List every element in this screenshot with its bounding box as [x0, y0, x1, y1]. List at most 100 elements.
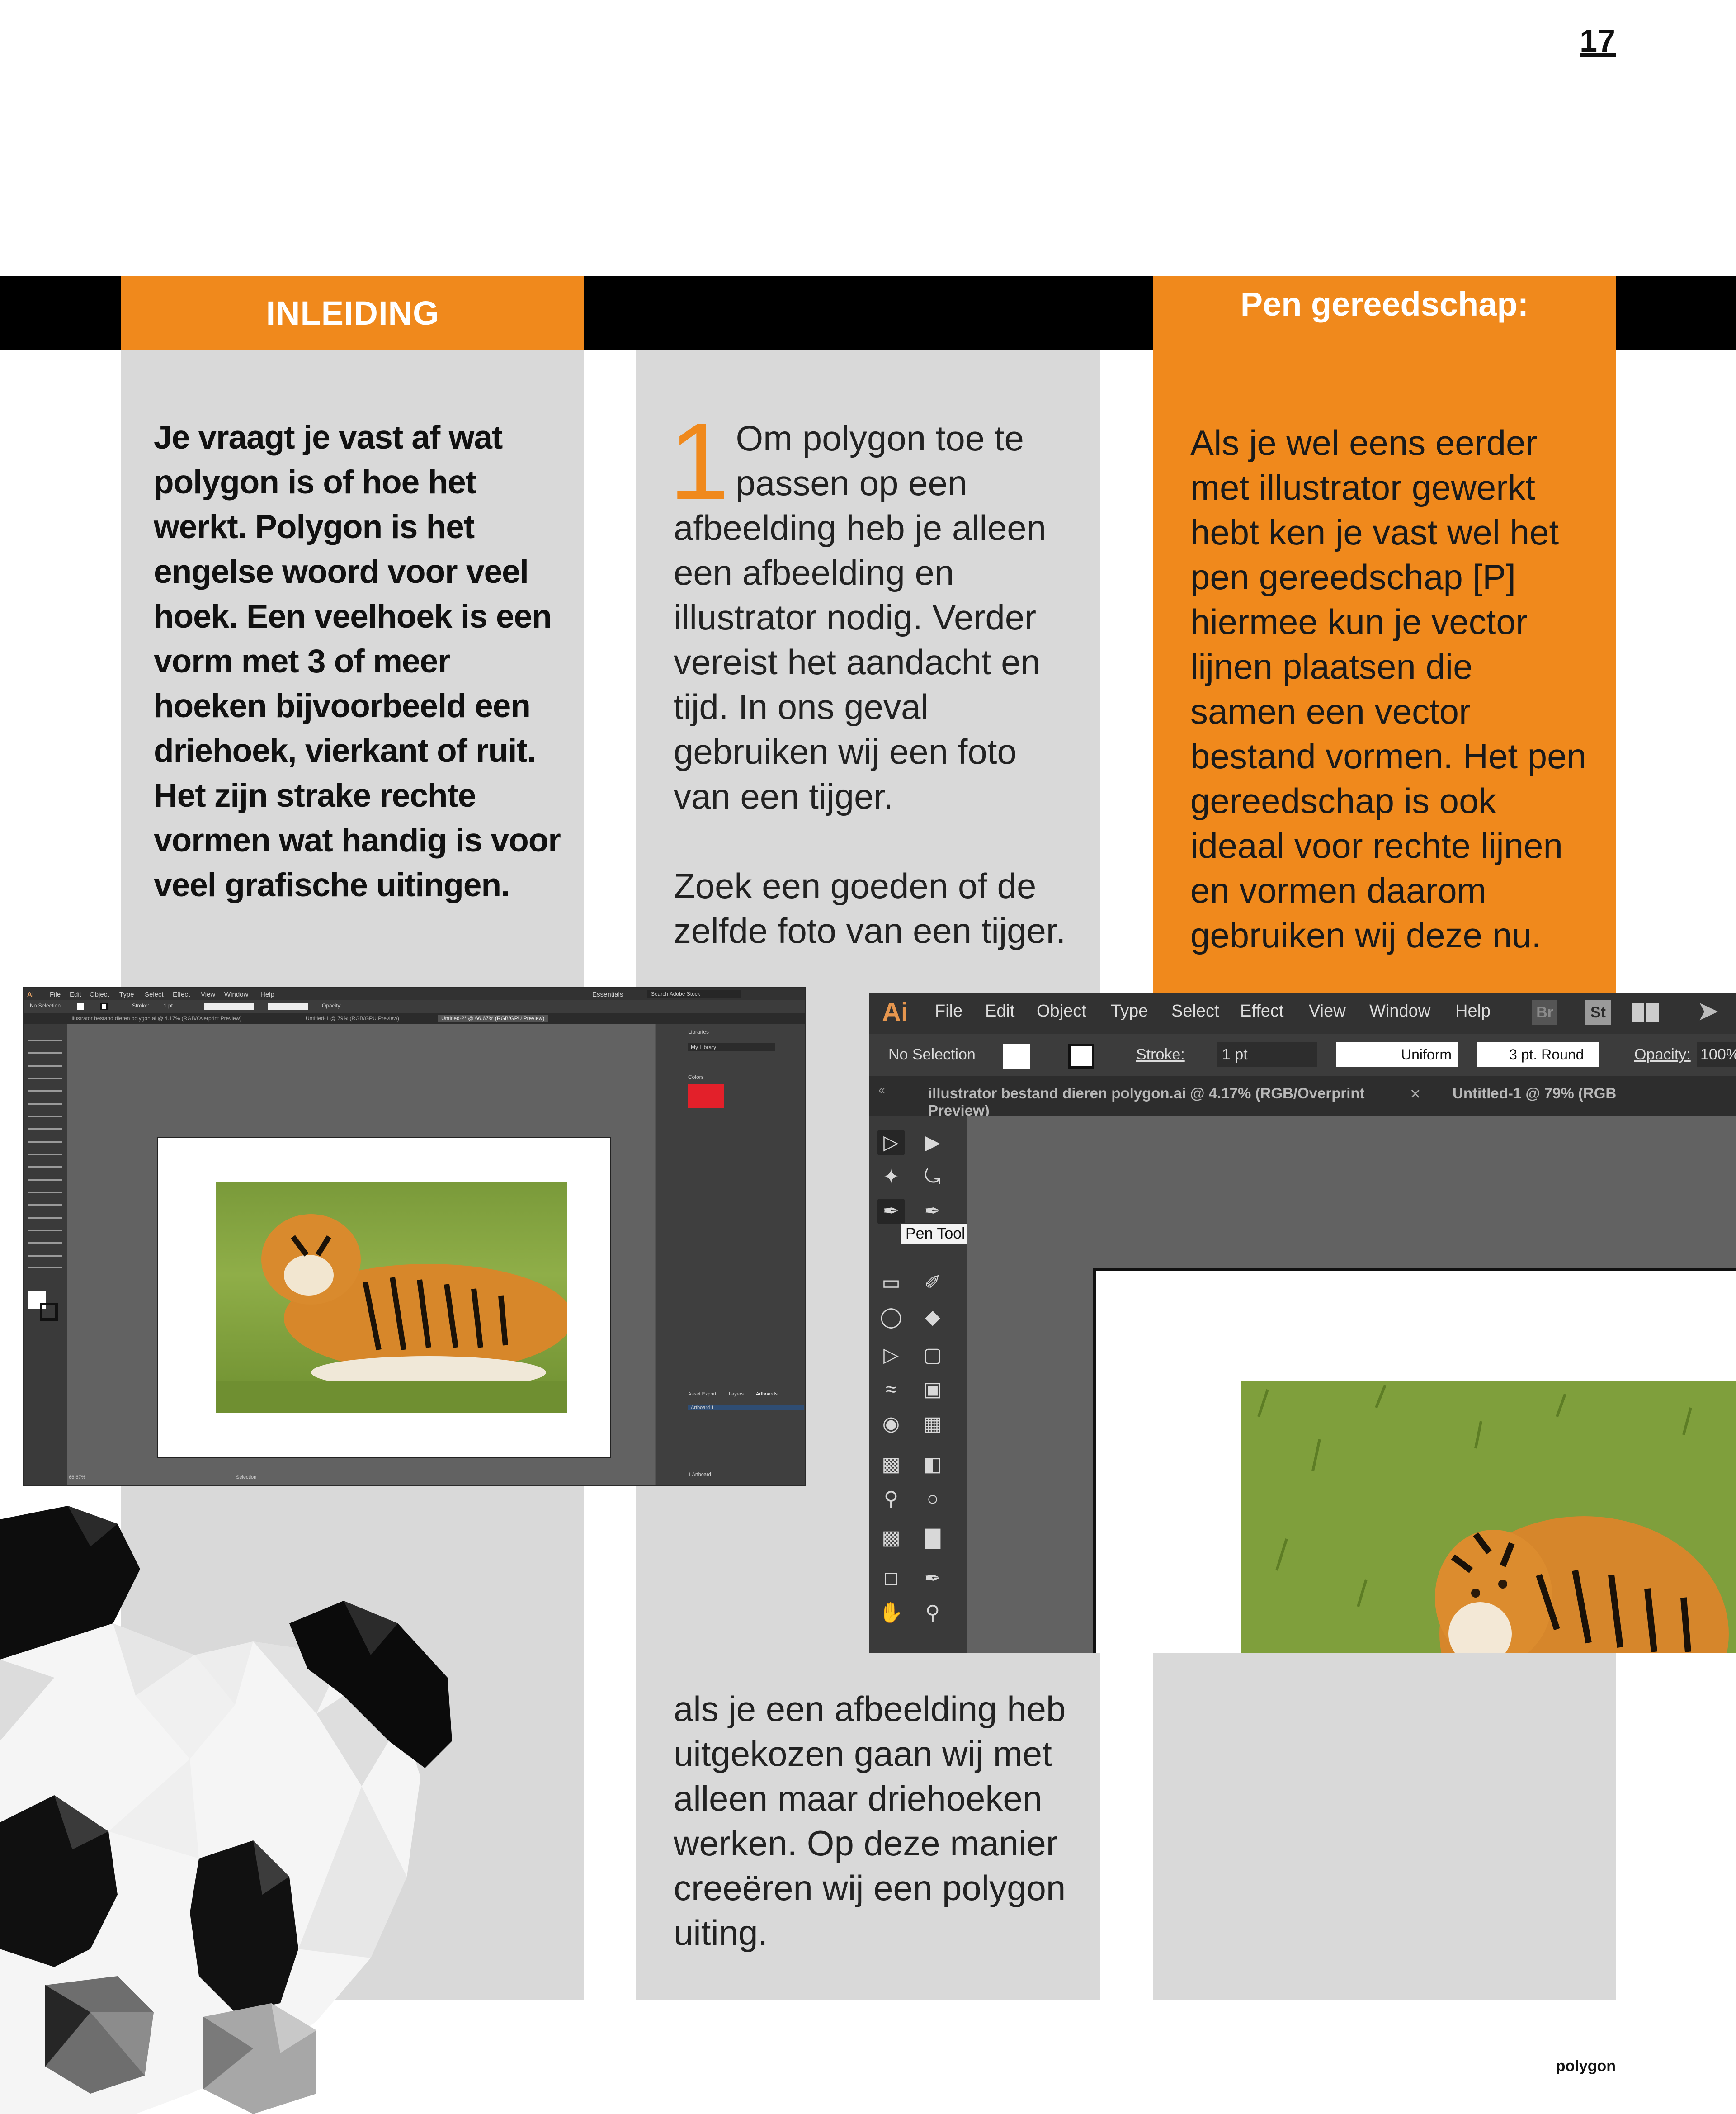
stroke-color-icon[interactable]	[40, 1303, 58, 1321]
bridge-icon[interactable]: Br	[1532, 1000, 1557, 1025]
menu-help[interactable]: Help	[260, 991, 274, 998]
step1-text-3: als je een afbeelding heb uitgekozen gaa…	[674, 1689, 1066, 1953]
reflect-tool-icon[interactable]: ▷	[877, 1343, 905, 1368]
variable-width-profile[interactable]	[204, 1003, 254, 1010]
menu-object-zoom[interactable]: Object	[1037, 1002, 1086, 1021]
curvature-tool-icon[interactable]: ✒	[919, 1199, 946, 1224]
pen-text: Als je wel eens eerder met illustrator g…	[1190, 423, 1586, 955]
ai-logo-zoom: Ai	[882, 998, 908, 1027]
tiger-photo-zoom	[1241, 1381, 1736, 1653]
library-select[interactable]: My Library	[688, 1043, 775, 1051]
intro-text: Je vraagt je vast af wat polygon is of h…	[154, 419, 561, 903]
artboard	[157, 1137, 611, 1458]
menu-select-zoom[interactable]: Select	[1171, 1002, 1219, 1021]
tools-panel	[24, 1024, 67, 1485]
artboard-zoom	[1093, 1268, 1736, 1653]
menu-type-zoom[interactable]: Type	[1111, 1002, 1148, 1021]
stroke-weight-field-zoom[interactable]: 1 pt	[1217, 1042, 1317, 1067]
doc-tab-1-zoom[interactable]: illustrator bestand dieren polygon.ai @ …	[928, 1085, 1403, 1119]
menu-object[interactable]: Object	[90, 991, 109, 998]
tools-panel-zoom: ▷ ▶ ✦ ⤿ ✒ ✒ ▭ ✐ ◯ ◆ ▷ ▢ ≈ ▣ ◉ ▦ ▩ ◧ ⚲ ○ …	[869, 1116, 967, 1653]
fill-swatch-zoom[interactable]	[1003, 1044, 1030, 1069]
graph-tool-icon[interactable]: ▇	[919, 1525, 946, 1551]
direct-selection-tool-icon[interactable]: ▶	[919, 1130, 946, 1155]
doc-tab-2[interactable]: Untitled-1 @ 79% (RGB/GPU Preview)	[306, 1015, 399, 1022]
lasso-icon[interactable]: ⤿	[919, 1164, 946, 1190]
panel-tab-layers[interactable]: Layers	[729, 1391, 744, 1397]
illustrator-screenshot-zoom: Ai File Edit Object Type Select Effect V…	[869, 993, 1736, 1653]
menu-effect[interactable]: Effect	[173, 991, 190, 998]
magic-wand-icon[interactable]: ✦	[877, 1164, 905, 1190]
gradient-tool-icon[interactable]: ◧	[919, 1452, 946, 1477]
step1-text: Om polygon toe te passen op een afbeeldi…	[674, 418, 1047, 816]
tool-icons[interactable]	[28, 1033, 62, 1268]
eyedropper-icon[interactable]: ⚲	[877, 1486, 905, 1512]
artboard-row[interactable]: Artboard 1	[688, 1405, 804, 1410]
menu-window[interactable]: Window	[224, 991, 248, 998]
panel-collapse-icon[interactable]: «	[878, 1083, 885, 1097]
menu-file-zoom[interactable]: File	[935, 1002, 962, 1021]
artboard-count: 1 Artboard	[688, 1472, 711, 1477]
menu-effect-zoom[interactable]: Effect	[1240, 1002, 1283, 1021]
doc-tab-3[interactable]: Untitled-2* @ 66.67% (RGB/GPU Preview)	[438, 1015, 548, 1022]
menu-view-zoom[interactable]: View	[1309, 1002, 1346, 1021]
menu-help-zoom[interactable]: Help	[1455, 1002, 1491, 1021]
fill-swatch[interactable]	[77, 1003, 84, 1010]
feather-icon[interactable]: ➤	[1697, 995, 1719, 1027]
hand-tool-icon[interactable]: ✋	[877, 1600, 905, 1626]
libraries-title: Libraries	[688, 1029, 709, 1035]
shaper-tool-icon[interactable]: ◯	[877, 1305, 905, 1330]
doc-tab-2-zoom[interactable]: Untitled-1 @ 79% (RGB	[1453, 1085, 1616, 1102]
panel-tab-artboards[interactable]: Artboards	[756, 1391, 778, 1397]
artboard-tool-icon[interactable]: □	[877, 1566, 905, 1591]
zoom-tool-icon[interactable]: ⚲	[919, 1600, 946, 1626]
perspective-grid-icon[interactable]: ▦	[919, 1411, 946, 1437]
menu-file[interactable]: File	[50, 991, 61, 998]
rectangle-tool-icon[interactable]: ▭	[877, 1270, 905, 1296]
menu-edit-zoom[interactable]: Edit	[985, 1002, 1014, 1021]
width-tool-icon[interactable]: ≈	[877, 1377, 905, 1402]
scale-tool-icon[interactable]: ▢	[919, 1343, 946, 1368]
menu-type[interactable]: Type	[119, 991, 134, 998]
eraser-icon[interactable]: ◆	[919, 1305, 946, 1330]
workspace-switcher[interactable]: Essentials	[592, 991, 623, 998]
menu-view[interactable]: View	[201, 991, 215, 998]
close-tab-icon[interactable]: ×	[1410, 1084, 1420, 1104]
step1-block: 1 Om polygon toe te passen op een afbeel…	[669, 407, 1071, 953]
stroke-weight-field[interactable]: 1 pt	[164, 1003, 173, 1009]
status-bar-tool: Selection	[236, 1475, 257, 1480]
mesh-tool-icon[interactable]: ▩	[877, 1452, 905, 1477]
panel-tab-asset-export[interactable]: Asset Export	[688, 1391, 716, 1397]
tiger-illustration-small	[216, 1214, 567, 1413]
paintbrush-icon[interactable]: ✐	[919, 1270, 946, 1296]
step-number: 1	[669, 401, 730, 522]
menu-select[interactable]: Select	[145, 991, 164, 998]
stroke-swatch[interactable]	[100, 1003, 108, 1010]
variable-width-profile-zoom[interactable]: Uniform	[1336, 1042, 1458, 1067]
brush-definition-zoom[interactable]: 3 pt. Round	[1477, 1042, 1599, 1067]
library-color-swatch[interactable]	[688, 1084, 724, 1108]
opacity-field-zoom[interactable]: 100%	[1697, 1042, 1736, 1067]
stock-icon[interactable]: St	[1585, 1000, 1611, 1025]
intro-heading: INLEIDING	[121, 276, 584, 350]
selection-tool-icon[interactable]: ▷	[877, 1130, 905, 1155]
document-tabs-zoom: « illustrator bestand dieren polygon.ai …	[869, 1076, 1736, 1119]
slice-tool-icon[interactable]: ✒	[919, 1566, 946, 1591]
control-bar: No Selection Stroke: 1 pt Opacity:	[24, 1000, 805, 1013]
stroke-label-zoom: Stroke:	[1136, 1046, 1185, 1063]
brush-definition[interactable]	[268, 1003, 308, 1010]
doc-tab-1[interactable]: illustrator bestand dieren polygon.ai @ …	[71, 1015, 241, 1022]
page-number: 17	[1580, 23, 1616, 58]
free-transform-icon[interactable]: ▣	[919, 1377, 946, 1402]
pen-tool-icon[interactable]: ✒	[877, 1199, 905, 1224]
menu-window-zoom[interactable]: Window	[1369, 1002, 1430, 1021]
canvas[interactable]	[67, 1024, 655, 1485]
arrange-documents-icon[interactable]	[1632, 1003, 1659, 1022]
zoom-level[interactable]: 66.67%	[69, 1475, 85, 1480]
blend-tool-icon[interactable]: ○	[919, 1486, 946, 1512]
stock-search-input[interactable]: Search Adobe Stock	[647, 990, 741, 998]
stroke-swatch-zoom[interactable]	[1068, 1044, 1094, 1069]
menu-edit[interactable]: Edit	[70, 991, 81, 998]
shape-builder-icon[interactable]: ◉	[877, 1411, 905, 1437]
symbol-sprayer-icon[interactable]: ▩	[877, 1525, 905, 1551]
